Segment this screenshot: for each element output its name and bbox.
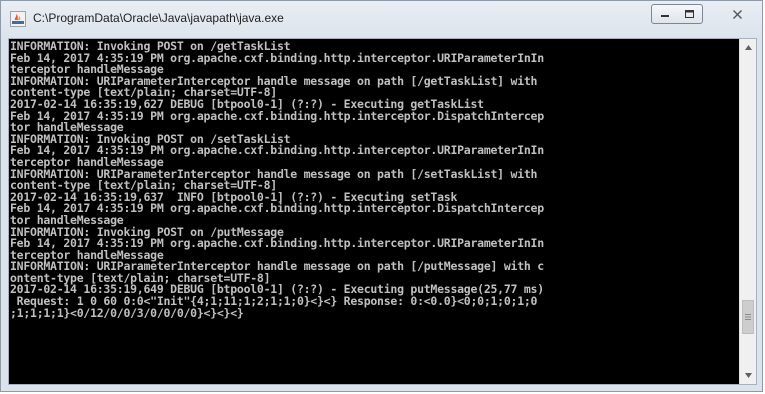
title-bar[interactable]: C:\ProgramData\Oracle\Java\javapath\java… [1, 1, 762, 37]
console-output[interactable]: INFORMATION: Invoking POST on /getTaskLi… [10, 41, 738, 382]
close-button[interactable] [717, 4, 757, 24]
grip-icon [745, 314, 751, 320]
close-icon [732, 9, 742, 19]
minimize-icon [660, 15, 669, 17]
java-app-icon[interactable] [10, 11, 26, 27]
console-window: C:\ProgramData\Oracle\Java\javapath\java… [0, 0, 763, 392]
window-title: C:\ProgramData\Oracle\Java\javapath\java… [33, 11, 284, 25]
scroll-down-arrow-icon [745, 373, 752, 378]
scroll-up-button[interactable] [740, 39, 757, 56]
scroll-down-button[interactable] [740, 367, 757, 384]
scroll-up-arrow-icon [745, 45, 752, 50]
console-line: ;1;1;1;1}<0/12/0/0/3/0/0/0/0}<}<}<} [10, 305, 244, 320]
maximize-button[interactable] [677, 4, 703, 24]
vertical-scrollbar[interactable] [739, 39, 756, 384]
maximize-icon [685, 10, 694, 18]
scrollbar-thumb[interactable] [742, 300, 754, 334]
console-area[interactable]: INFORMATION: Invoking POST on /getTaskLi… [8, 38, 757, 385]
minimize-button[interactable] [651, 4, 678, 24]
